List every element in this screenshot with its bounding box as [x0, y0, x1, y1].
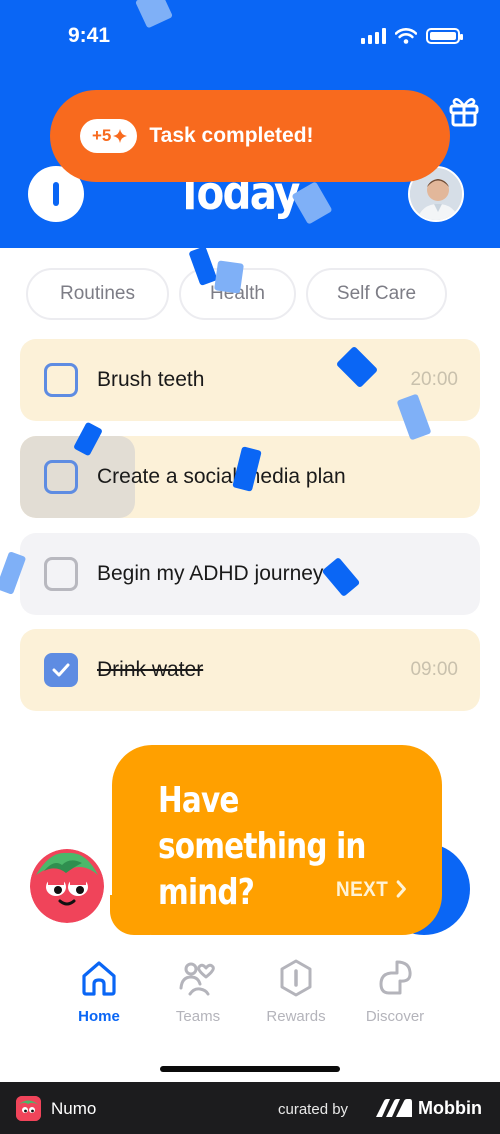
points-value: +5 [92, 126, 112, 145]
rewards-icon [280, 959, 312, 997]
gift-icon[interactable] [447, 94, 481, 128]
task-label: Drink water [97, 658, 204, 681]
chip-label: Self Care [336, 283, 417, 304]
teams-icon [179, 962, 215, 996]
home-indicator[interactable] [160, 1066, 340, 1072]
app-icon [16, 1096, 41, 1121]
chip-routines[interactable]: Routines [26, 268, 169, 320]
mascot-avatar[interactable] [30, 849, 104, 923]
nav-label: Rewards [266, 1008, 326, 1025]
next-label: NEXT [336, 878, 389, 901]
task-time: 20:00 [410, 369, 458, 390]
numo-logo-icon [16, 1096, 41, 1121]
task-label: Begin my ADHD journey [97, 562, 324, 585]
nav-label: Home [78, 1008, 120, 1025]
task-checkbox[interactable] [44, 363, 78, 397]
mascot-illustration [30, 849, 104, 923]
checkmark-icon [52, 663, 70, 677]
task-checkbox[interactable] [44, 460, 78, 494]
task-completed-toast[interactable]: +5 Task completed! [50, 90, 450, 182]
task-label: Brush teeth [97, 368, 205, 391]
task-checkbox-checked[interactable] [44, 653, 78, 687]
signal-icon [361, 28, 386, 44]
nav-label: Discover [365, 1008, 425, 1025]
mobbin-brand: Mobbin [418, 1098, 482, 1118]
task-row[interactable]: Drink water 09:00 [20, 629, 480, 711]
task-label: Create a social media plan [97, 465, 346, 488]
task-row[interactable]: Begin my ADHD journey [20, 533, 480, 615]
chip-self-care[interactable]: Self Care [306, 268, 447, 320]
chevron-right-icon [396, 880, 407, 898]
wifi-icon [395, 28, 417, 44]
discover-icon [379, 960, 412, 995]
nav-discover[interactable]: Discover [345, 958, 445, 1025]
attribution-footer: Numo curated by Mobbin [0, 1082, 500, 1134]
home-icon [82, 961, 116, 996]
curated-by-label: curated by [278, 1101, 349, 1118]
toast-message: Task completed! [149, 124, 314, 147]
mobbin-logo-icon [376, 1099, 412, 1117]
battery-icon [426, 28, 463, 44]
confetti [214, 260, 244, 294]
sparkle-icon [113, 129, 128, 143]
task-checkbox[interactable] [44, 557, 78, 591]
task-time: 09:00 [410, 659, 458, 680]
nav-rewards[interactable]: Rewards [246, 958, 346, 1025]
nav-home[interactable]: Home [49, 958, 149, 1025]
chip-label: Routines [60, 283, 135, 304]
app-name: Numo [51, 1099, 97, 1118]
status-time: 9:41 [68, 24, 111, 47]
status-icons [361, 28, 463, 44]
points-badge: +5 [80, 119, 138, 153]
nav-teams[interactable]: Teams [148, 958, 248, 1025]
nav-label: Teams [175, 1008, 221, 1025]
info-icon [53, 182, 59, 206]
next-button[interactable]: NEXT [336, 878, 407, 902]
